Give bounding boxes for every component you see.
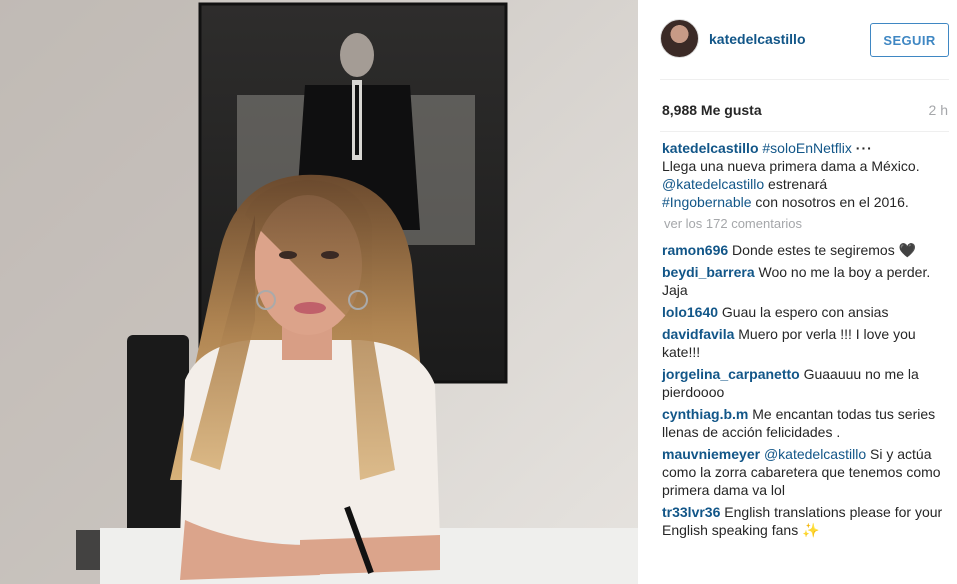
post-time[interactable]: 2 h: [929, 102, 948, 118]
comment-text: Donde estes te segiremos 🖤: [732, 242, 917, 258]
view-all-comments-link[interactable]: ver los 172 comentarios: [664, 215, 952, 233]
comment-username[interactable]: ramon696: [662, 242, 728, 258]
comment: tr33lvr36 English translations please fo…: [662, 503, 952, 539]
comment-username[interactable]: lolo1640: [662, 304, 718, 320]
comment-username[interactable]: tr33lvr36: [662, 504, 720, 520]
comment: cynthiag.b.m Me encantan todas tus serie…: [662, 405, 952, 441]
more-icon[interactable]: ···: [856, 140, 873, 156]
caption-text: con nosotros en el 2016.: [751, 194, 909, 210]
comment-username[interactable]: cynthiag.b.m: [662, 406, 748, 422]
post-image: [0, 0, 638, 584]
caption-text: Llega una nueva primera dama a México.: [662, 158, 920, 174]
divider: [660, 131, 949, 132]
comment: jorgelina_carpanetto Guaauuu no me la pi…: [662, 365, 952, 401]
comment-username[interactable]: davidfavila: [662, 326, 734, 342]
comment-username[interactable]: beydi_barrera: [662, 264, 755, 280]
comments-list: katedelcastillo #soloEnNetflix ··· Llega…: [662, 139, 952, 543]
post-header: katedelcastillo SEGUIR: [638, 0, 957, 80]
comment-username[interactable]: mauvniemeyer: [662, 446, 760, 462]
comment: lolo1640 Guau la espero con ansias: [662, 303, 952, 321]
likes-count[interactable]: 8,988 Me gusta: [662, 102, 762, 118]
comment-username[interactable]: jorgelina_carpanetto: [662, 366, 800, 382]
comment: beydi_barrera Woo no me la boy a perder.…: [662, 263, 952, 299]
comment: davidfavila Muero por verla !!! I love y…: [662, 325, 952, 361]
divider: [660, 79, 949, 80]
caption-text: estrenará: [764, 176, 828, 192]
comment: mauvniemeyer @katedelcastillo Si y actúa…: [662, 445, 952, 499]
post-details-panel: katedelcastillo SEGUIR 8,988 Me gusta 2 …: [638, 0, 957, 584]
post-username[interactable]: katedelcastillo: [709, 31, 806, 47]
hashtag-link[interactable]: #Ingobernable: [662, 194, 752, 210]
post-photo[interactable]: [0, 0, 638, 584]
caption: katedelcastillo #soloEnNetflix ··· Llega…: [662, 139, 952, 211]
mention-link[interactable]: @katedelcastillo: [662, 176, 764, 192]
comment-text: Guau la espero con ansias: [721, 304, 889, 320]
follow-button[interactable]: SEGUIR: [870, 23, 949, 57]
caption-username[interactable]: katedelcastillo: [662, 140, 759, 156]
hashtag-link[interactable]: #soloEnNetflix: [762, 140, 852, 156]
avatar[interactable]: [660, 19, 699, 58]
comment: ramon696 Donde estes te segiremos 🖤: [662, 241, 952, 259]
mention-link[interactable]: @katedelcastillo: [764, 446, 866, 462]
